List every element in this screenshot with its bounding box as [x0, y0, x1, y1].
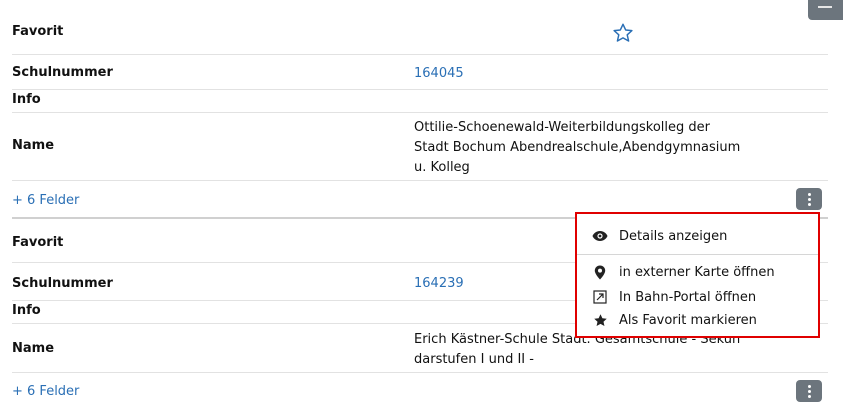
- favorit-label: Favorit: [12, 235, 64, 250]
- schulnummer-value[interactable]: 164045: [414, 64, 464, 84]
- menu-item-label: Details anzeigen: [619, 228, 728, 244]
- info-label: Info: [12, 303, 41, 318]
- star-filled-icon: [591, 313, 609, 327]
- schulnummer-label: Schulnummer: [12, 276, 113, 291]
- name-line: Ottilie-Schoenewald-Weiterbildungskolleg…: [414, 120, 710, 135]
- row-divider: [12, 54, 828, 55]
- favorite-star-icon[interactable]: [612, 22, 634, 44]
- eye-icon: [591, 229, 609, 243]
- kebab-icon: [807, 384, 811, 399]
- more-fields-link[interactable]: + 6 Felder: [12, 193, 79, 208]
- menu-divider: [577, 254, 818, 255]
- name-label: Name: [12, 138, 55, 153]
- menu-item-details[interactable]: Details anzeigen: [591, 226, 727, 246]
- row-divider: [12, 89, 828, 90]
- row-divider: [12, 112, 828, 113]
- menu-item-label: in externer Karte öffnen: [619, 264, 775, 280]
- row-divider: [12, 180, 828, 181]
- row-actions-menu-button[interactable]: [796, 188, 822, 210]
- external-portal-icon: [591, 290, 609, 304]
- name-line: u. Kolleg: [414, 160, 470, 175]
- name-value: Ottilie-Schoenewald-Weiterbildungskolleg…: [414, 118, 740, 178]
- schulnummer-label: Schulnummer: [12, 65, 113, 80]
- schulnummer-value[interactable]: 164239: [414, 274, 464, 294]
- name-label: Name: [12, 341, 55, 356]
- menu-item-bahn-portal[interactable]: In Bahn-Portal öffnen: [591, 287, 756, 307]
- row-actions-menu-button[interactable]: [796, 380, 822, 402]
- row-divider: [12, 372, 828, 373]
- kebab-icon: [807, 192, 811, 207]
- row-actions-dropdown: Details anzeigen in externer Karte öffne…: [575, 212, 820, 338]
- menu-item-favorite[interactable]: Als Favorit markieren: [591, 310, 757, 330]
- menu-item-external-map[interactable]: in externer Karte öffnen: [591, 262, 775, 282]
- scroll-to-top-button[interactable]: [808, 0, 843, 20]
- name-line: Stadt Bochum Abendrealschule,Abendgymnas…: [414, 140, 741, 155]
- menu-item-label: In Bahn-Portal öffnen: [619, 289, 757, 305]
- map-marker-icon: [591, 265, 609, 279]
- favorit-label: Favorit: [12, 24, 64, 39]
- menu-item-label: Als Favorit markieren: [619, 312, 757, 328]
- info-label: Info: [12, 92, 41, 107]
- more-fields-link[interactable]: + 6 Felder: [12, 384, 79, 399]
- name-line: darstufen I und II -: [414, 352, 534, 367]
